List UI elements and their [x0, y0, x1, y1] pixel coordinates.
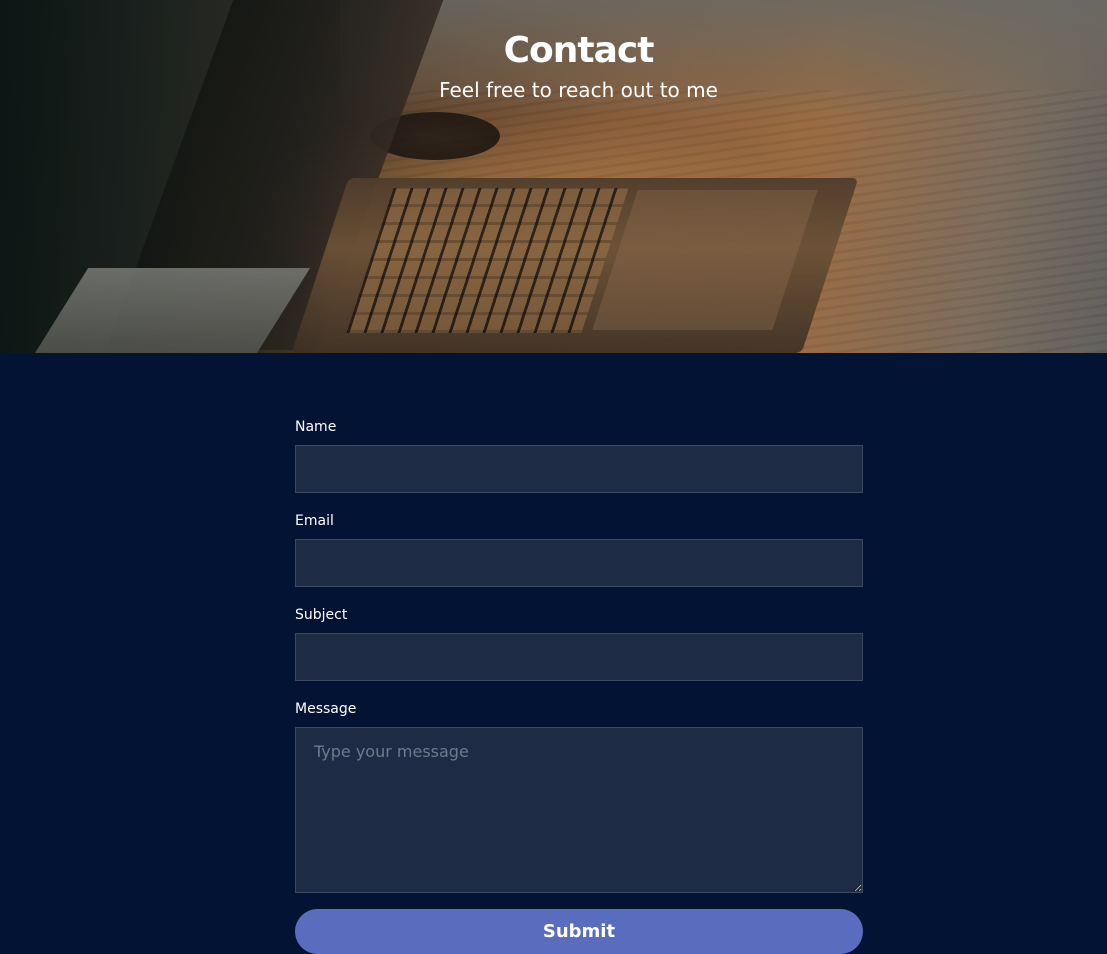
email-input[interactable] [295, 539, 863, 587]
message-label: Message [295, 701, 357, 717]
submit-button[interactable]: Submit [295, 909, 863, 954]
name-input[interactable] [295, 445, 863, 493]
message-textarea[interactable] [295, 727, 863, 893]
email-label: Email [295, 513, 334, 529]
page-title: Contact [503, 30, 655, 71]
hero-banner: Contact Feel free to reach out to me [0, 0, 1107, 353]
subject-label: Subject [295, 607, 348, 623]
name-label: Name [295, 419, 337, 435]
contact-form: Name Email Subject Message Submit [295, 418, 863, 954]
page-subtitle: Feel free to reach out to me [439, 78, 718, 102]
subject-input[interactable] [295, 633, 863, 681]
